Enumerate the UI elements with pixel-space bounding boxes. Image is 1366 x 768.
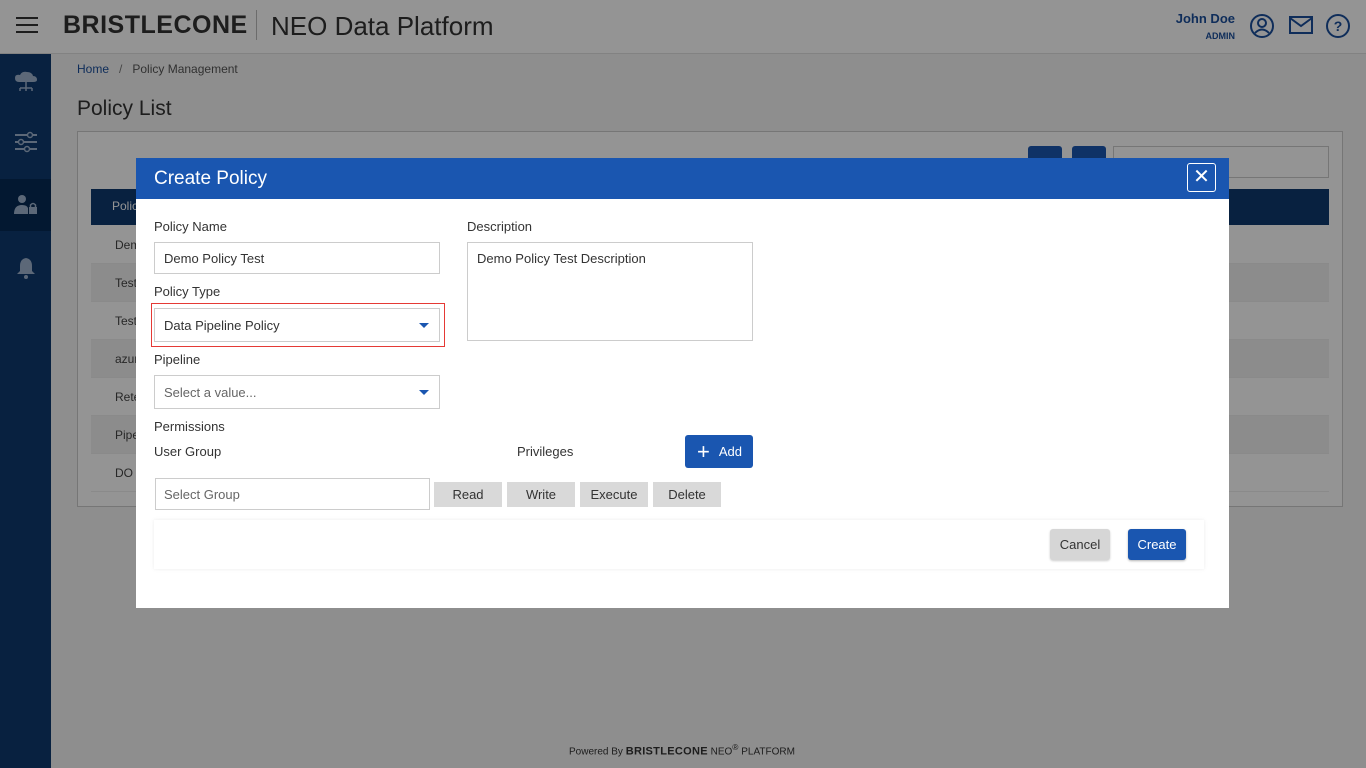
policy-name-input[interactable]: Demo Policy Test [154,242,440,274]
chevron-down-icon [419,390,429,395]
cancel-button[interactable]: Cancel [1050,529,1110,560]
plus-icon: + [697,438,710,464]
select-group-input[interactable]: Select Group [155,478,430,510]
policy-type-value: Data Pipeline Policy [164,317,280,333]
policy-name-value: Demo Policy Test [164,250,265,266]
policy-type-select[interactable]: Data Pipeline Policy [154,308,440,342]
permissions-label: Permissions [154,419,225,434]
select-group-placeholder: Select Group [164,486,240,502]
pipeline-label: Pipeline [154,352,201,367]
privilege-delete-button[interactable]: Delete [653,482,721,507]
policy-type-label: Policy Type [154,284,221,299]
privileges-label: Privileges [517,444,574,459]
pipeline-placeholder: Select a value... [164,384,257,400]
close-button[interactable]: ✕ [1187,163,1216,192]
add-label: Add [718,444,742,459]
policy-name-label: Policy Name [154,219,227,234]
pipeline-select[interactable]: Select a value... [154,375,440,409]
description-textarea[interactable]: Demo Policy Test Description [467,242,753,341]
dialog-footer: Cancel Create [154,520,1204,569]
create-policy-dialog: Create Policy ✕ Policy Name Demo Policy … [136,158,1229,608]
description-label: Description [467,219,533,234]
privilege-execute-button[interactable]: Execute [580,482,648,507]
create-button[interactable]: Create [1128,529,1186,560]
description-value: Demo Policy Test Description [477,251,646,266]
dialog-header: Create Policy ✕ [136,158,1229,199]
privilege-write-button[interactable]: Write [507,482,575,507]
user-group-label: User Group [154,444,222,459]
chevron-down-icon [419,323,429,328]
dialog-title: Create Policy [154,168,267,189]
privilege-read-button[interactable]: Read [434,482,502,507]
add-permission-button[interactable]: + Add [685,435,753,468]
